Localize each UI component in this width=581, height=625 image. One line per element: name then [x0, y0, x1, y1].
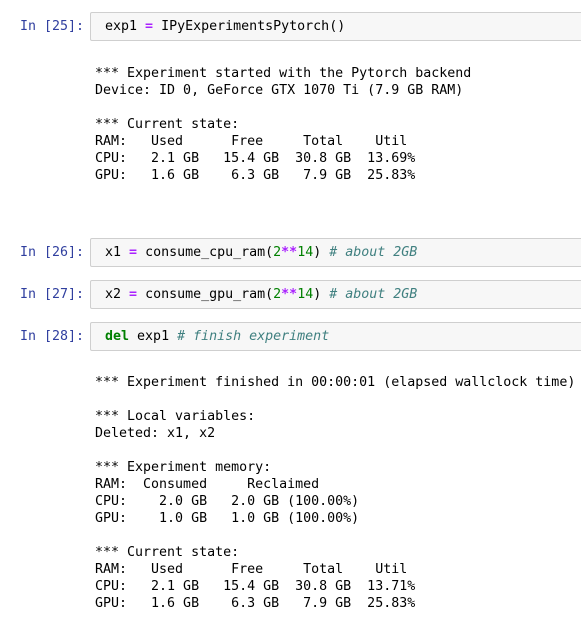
- code-comment: # finish experiment: [177, 329, 330, 344]
- assign-operator: =: [129, 287, 138, 302]
- input-prompt: In [26]:: [19, 245, 84, 260]
- function-call: consume_cpu_ram(: [145, 245, 274, 260]
- assign-operator: =: [129, 245, 138, 260]
- variable-name: exp1: [105, 19, 138, 34]
- code-input-area[interactable]: exp1 = IPyExperimentsPytorch(): [90, 12, 581, 41]
- output-area-25: *** Experiment started with the Pytorch …: [95, 66, 472, 183]
- input-prompt: In [28]:: [19, 329, 84, 344]
- output-area-28: *** Experiment finished in 00:00:01 (ela…: [95, 375, 576, 611]
- variable-name: x2: [105, 287, 122, 302]
- code-comment: # about 2GB: [329, 287, 418, 302]
- power-operator: **: [281, 245, 298, 260]
- assign-operator: =: [145, 19, 154, 34]
- input-prompt: In [27]:: [19, 287, 84, 302]
- code-line: del exp1 # finish experiment: [105, 328, 329, 345]
- number-literal: 14: [297, 245, 314, 260]
- input-prompt: In [25]:: [19, 19, 84, 34]
- power-operator: **: [281, 287, 298, 302]
- close-paren: ): [313, 287, 322, 302]
- constructor-call: IPyExperimentsPytorch(): [161, 19, 346, 34]
- code-comment: # about 2GB: [329, 245, 418, 260]
- variable-name: exp1: [137, 329, 170, 344]
- close-paren: ): [313, 245, 322, 260]
- del-keyword: del: [105, 329, 130, 344]
- function-call: consume_gpu_ram(: [145, 287, 274, 302]
- code-input-area[interactable]: del exp1 # finish experiment: [90, 322, 581, 351]
- code-input-area[interactable]: x1 = consume_cpu_ram(2**14) # about 2GB: [90, 238, 581, 267]
- number-literal: 2: [273, 245, 282, 260]
- code-input-area[interactable]: x2 = consume_gpu_ram(2**14) # about 2GB: [90, 280, 581, 309]
- code-line: x2 = consume_gpu_ram(2**14) # about 2GB: [105, 286, 417, 303]
- variable-name: x1: [105, 245, 122, 260]
- code-line: exp1 = IPyExperimentsPytorch(): [105, 18, 345, 35]
- number-literal: 2: [273, 287, 282, 302]
- number-literal: 14: [297, 287, 314, 302]
- code-line: x1 = consume_cpu_ram(2**14) # about 2GB: [105, 244, 417, 261]
